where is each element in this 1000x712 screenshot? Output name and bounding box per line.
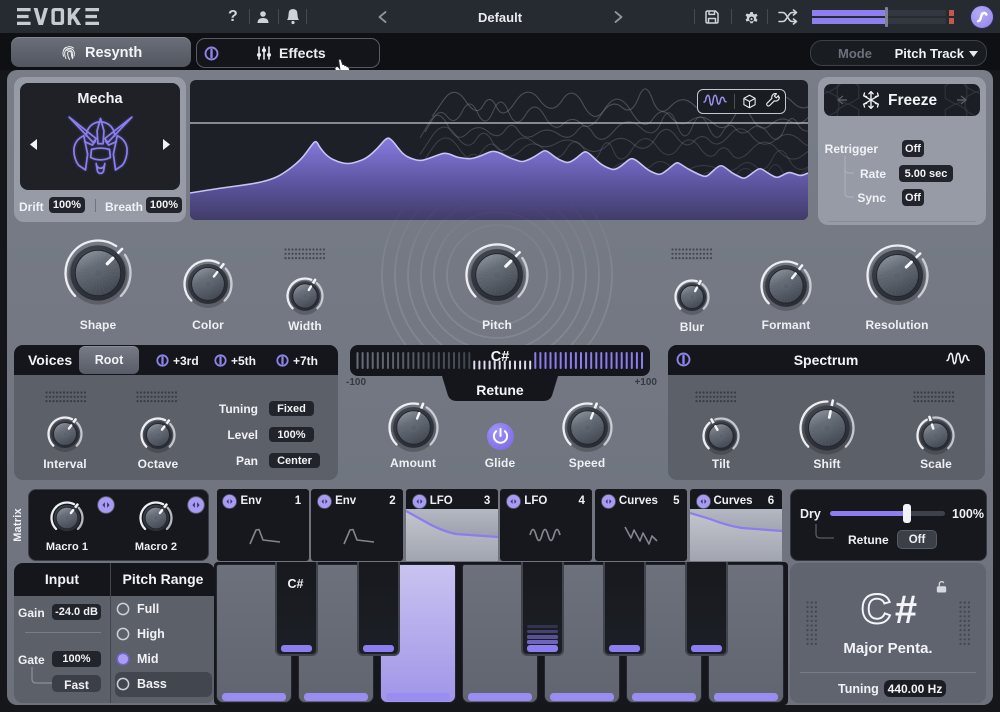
svg-text:C: C xyxy=(861,585,891,632)
svg-text:#: # xyxy=(895,588,917,632)
